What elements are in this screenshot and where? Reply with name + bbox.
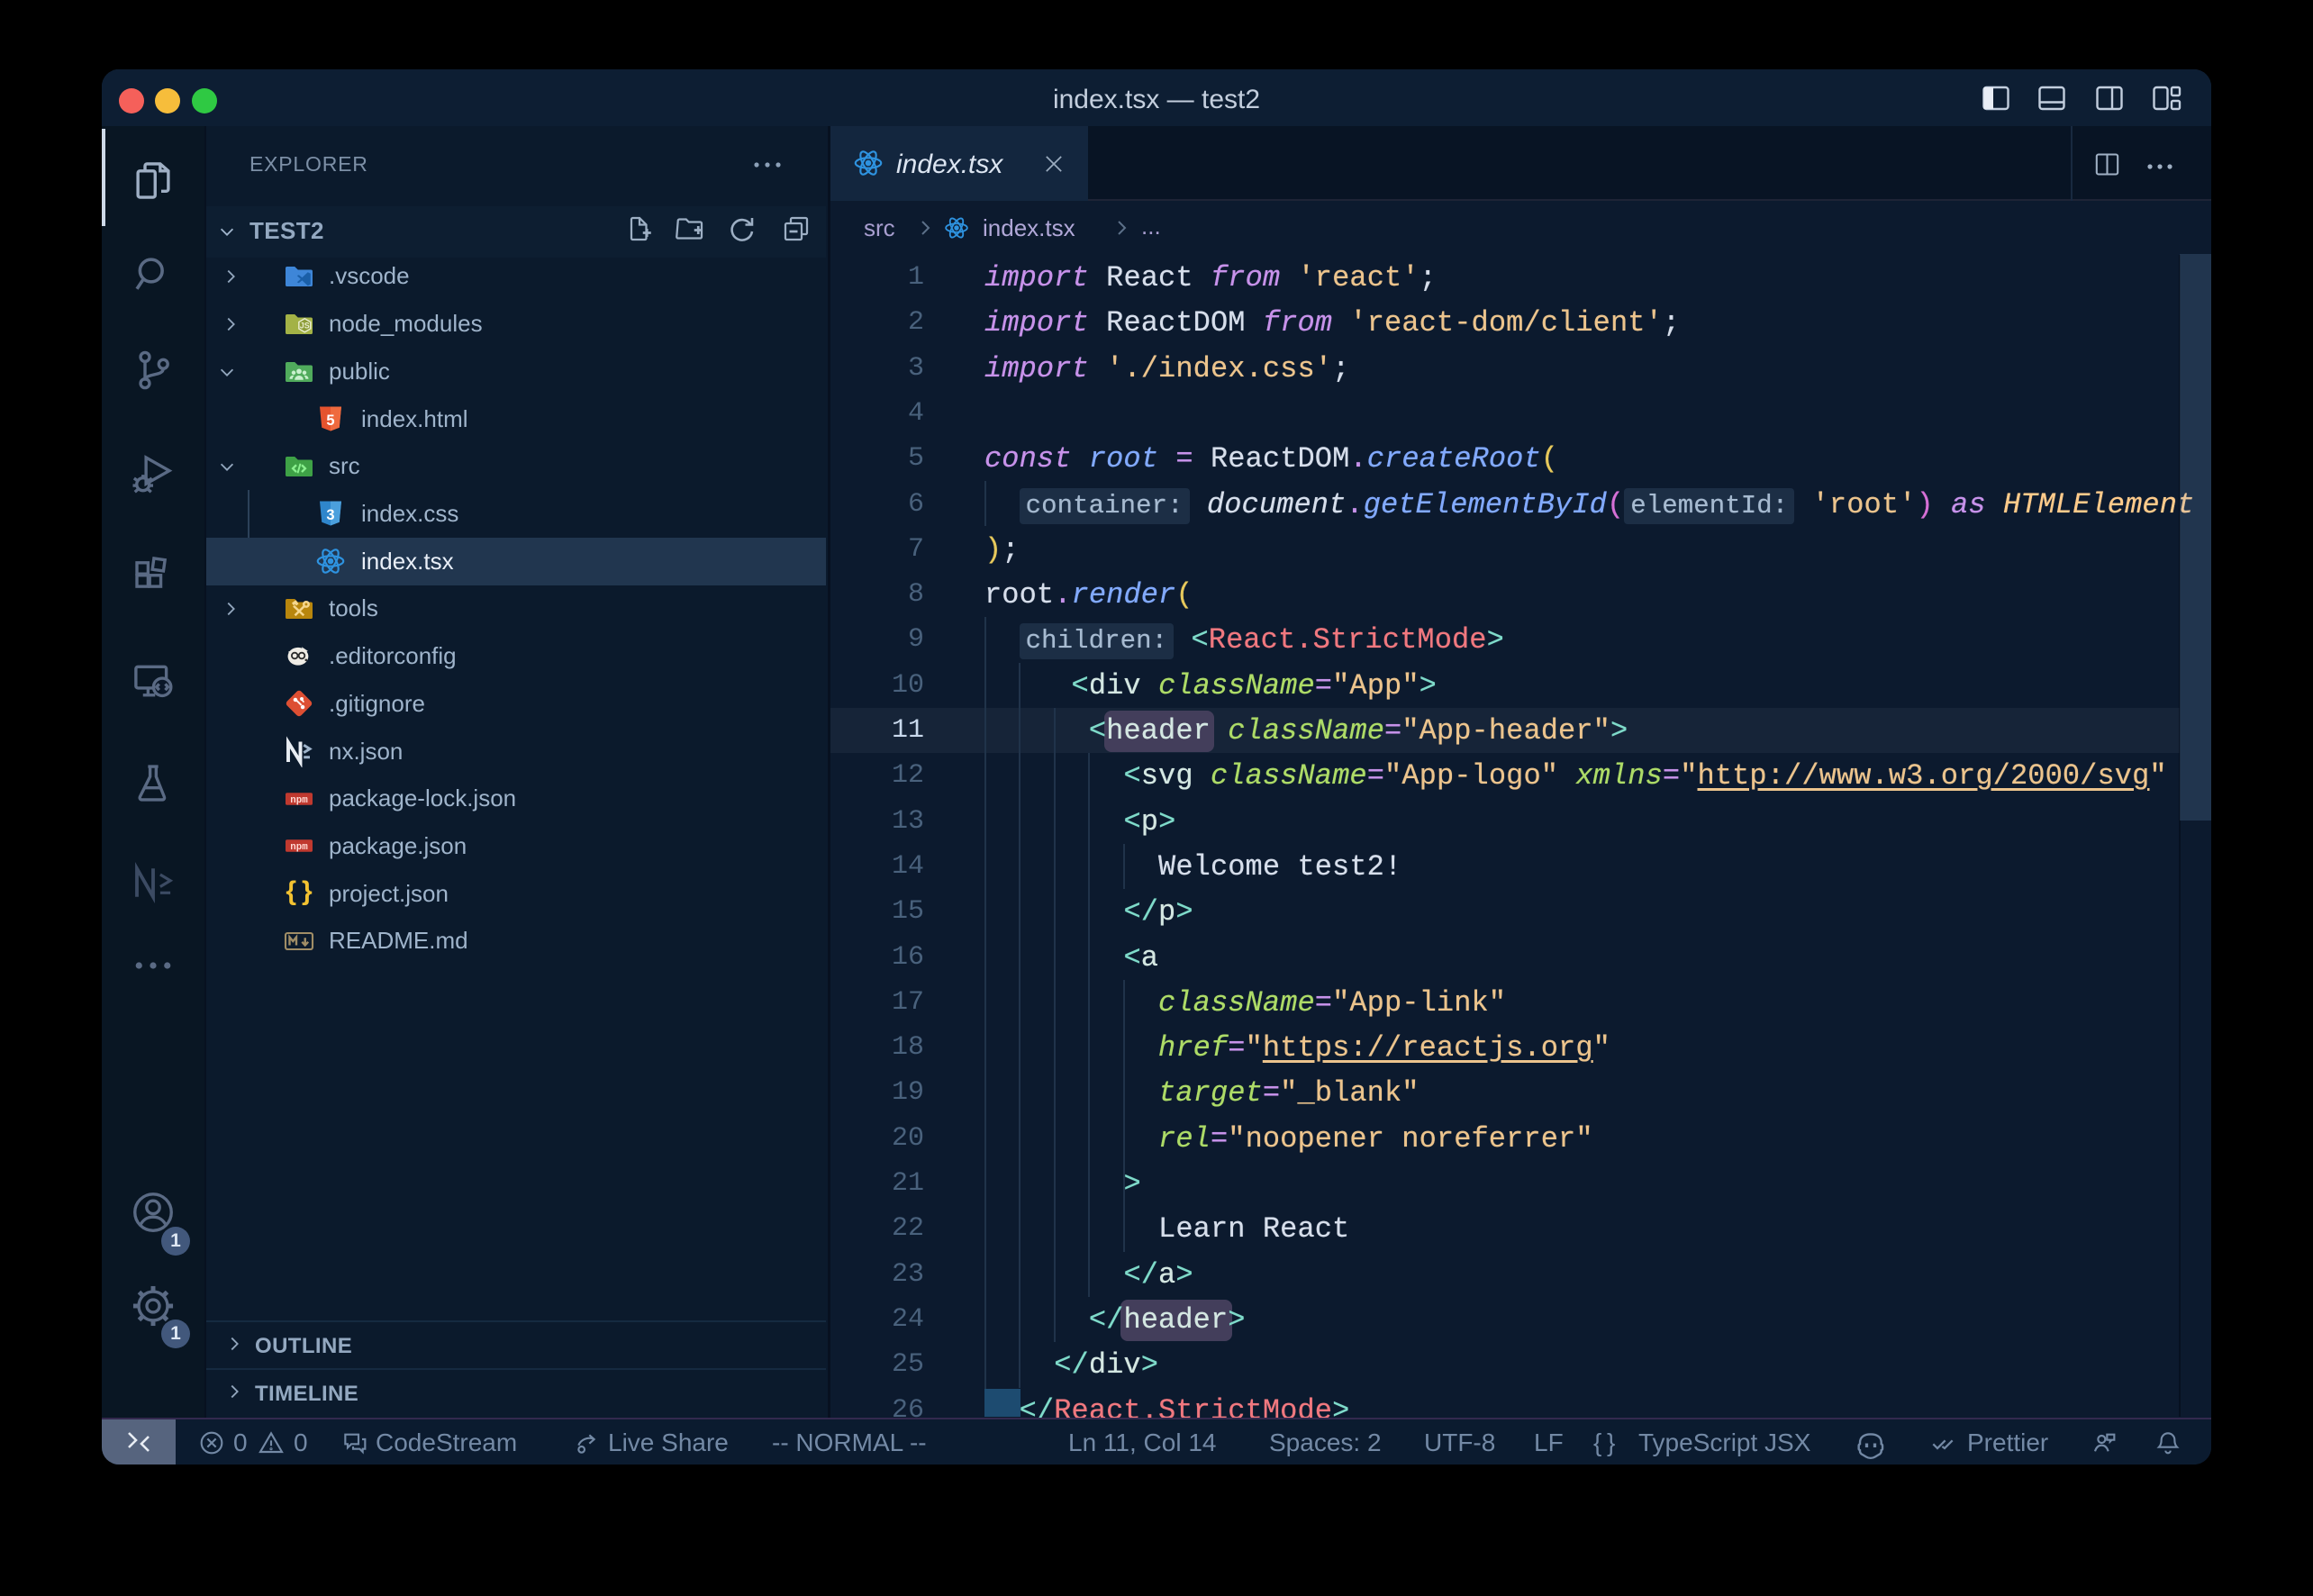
- svg-text:5: 5: [326, 413, 334, 429]
- svg-text:npm: npm: [290, 795, 308, 806]
- svg-text:JS: JS: [300, 322, 310, 331]
- svg-text:3: 3: [326, 507, 334, 523]
- svg-text:npm: npm: [290, 842, 308, 853]
